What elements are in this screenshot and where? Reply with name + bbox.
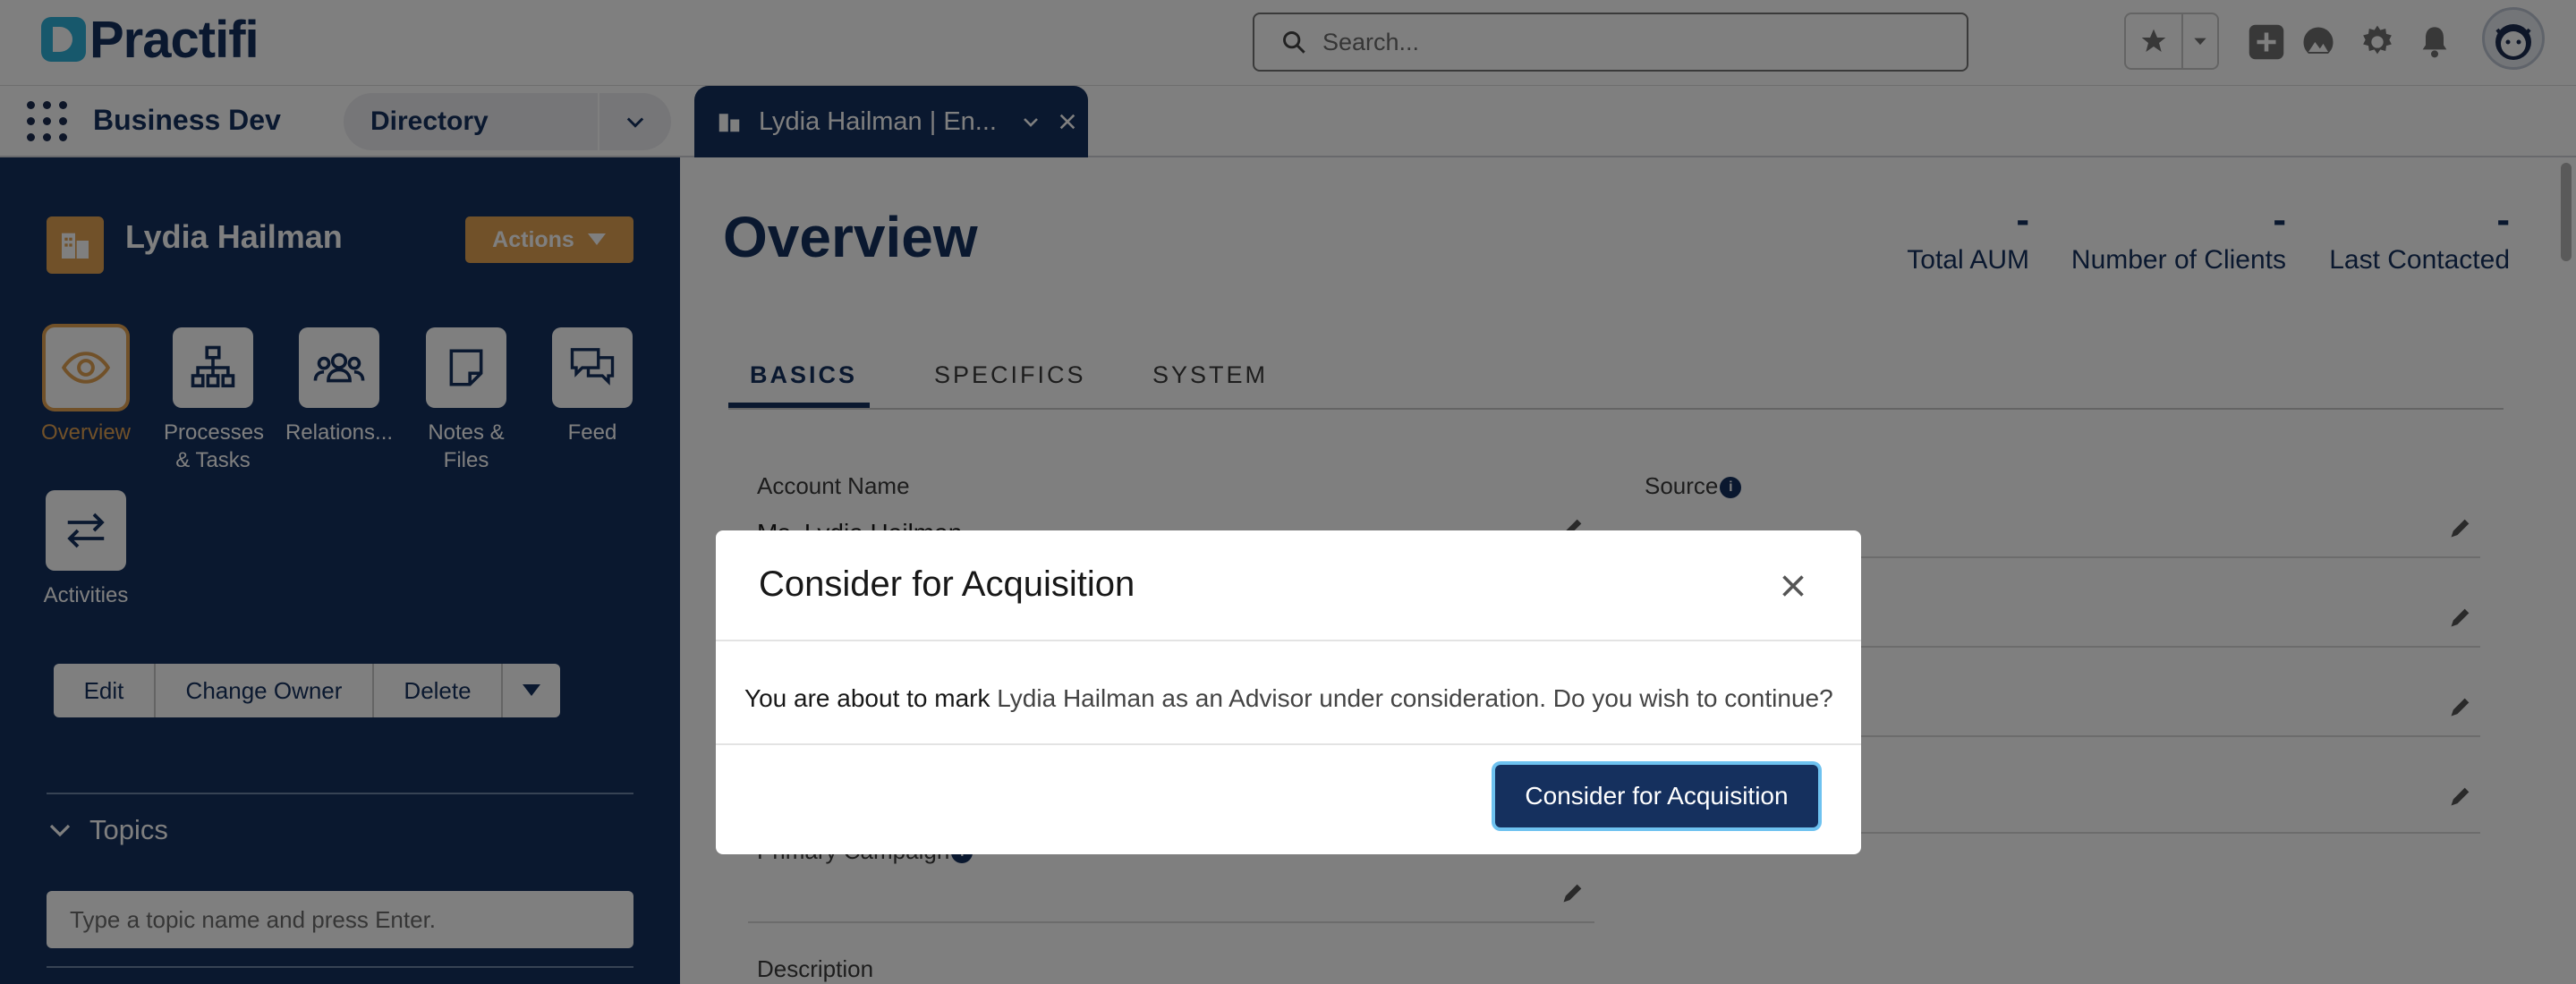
- consider-for-acquisition-button[interactable]: Consider for Acquisition: [1495, 765, 1818, 827]
- modal-message-rest: Lydia Hailman as an Advisor under consid…: [997, 684, 1833, 712]
- modal-message: You are about to mark Lydia Hailman as a…: [744, 684, 1833, 713]
- close-icon[interactable]: [1777, 570, 1809, 602]
- modal-title: Consider for Acquisition: [759, 564, 1135, 604]
- modal-footer-divider: [716, 743, 1861, 745]
- consider-acquisition-modal: Consider for Acquisition You are about t…: [716, 530, 1861, 854]
- modal-message-prefix: You are about to mark: [744, 684, 990, 712]
